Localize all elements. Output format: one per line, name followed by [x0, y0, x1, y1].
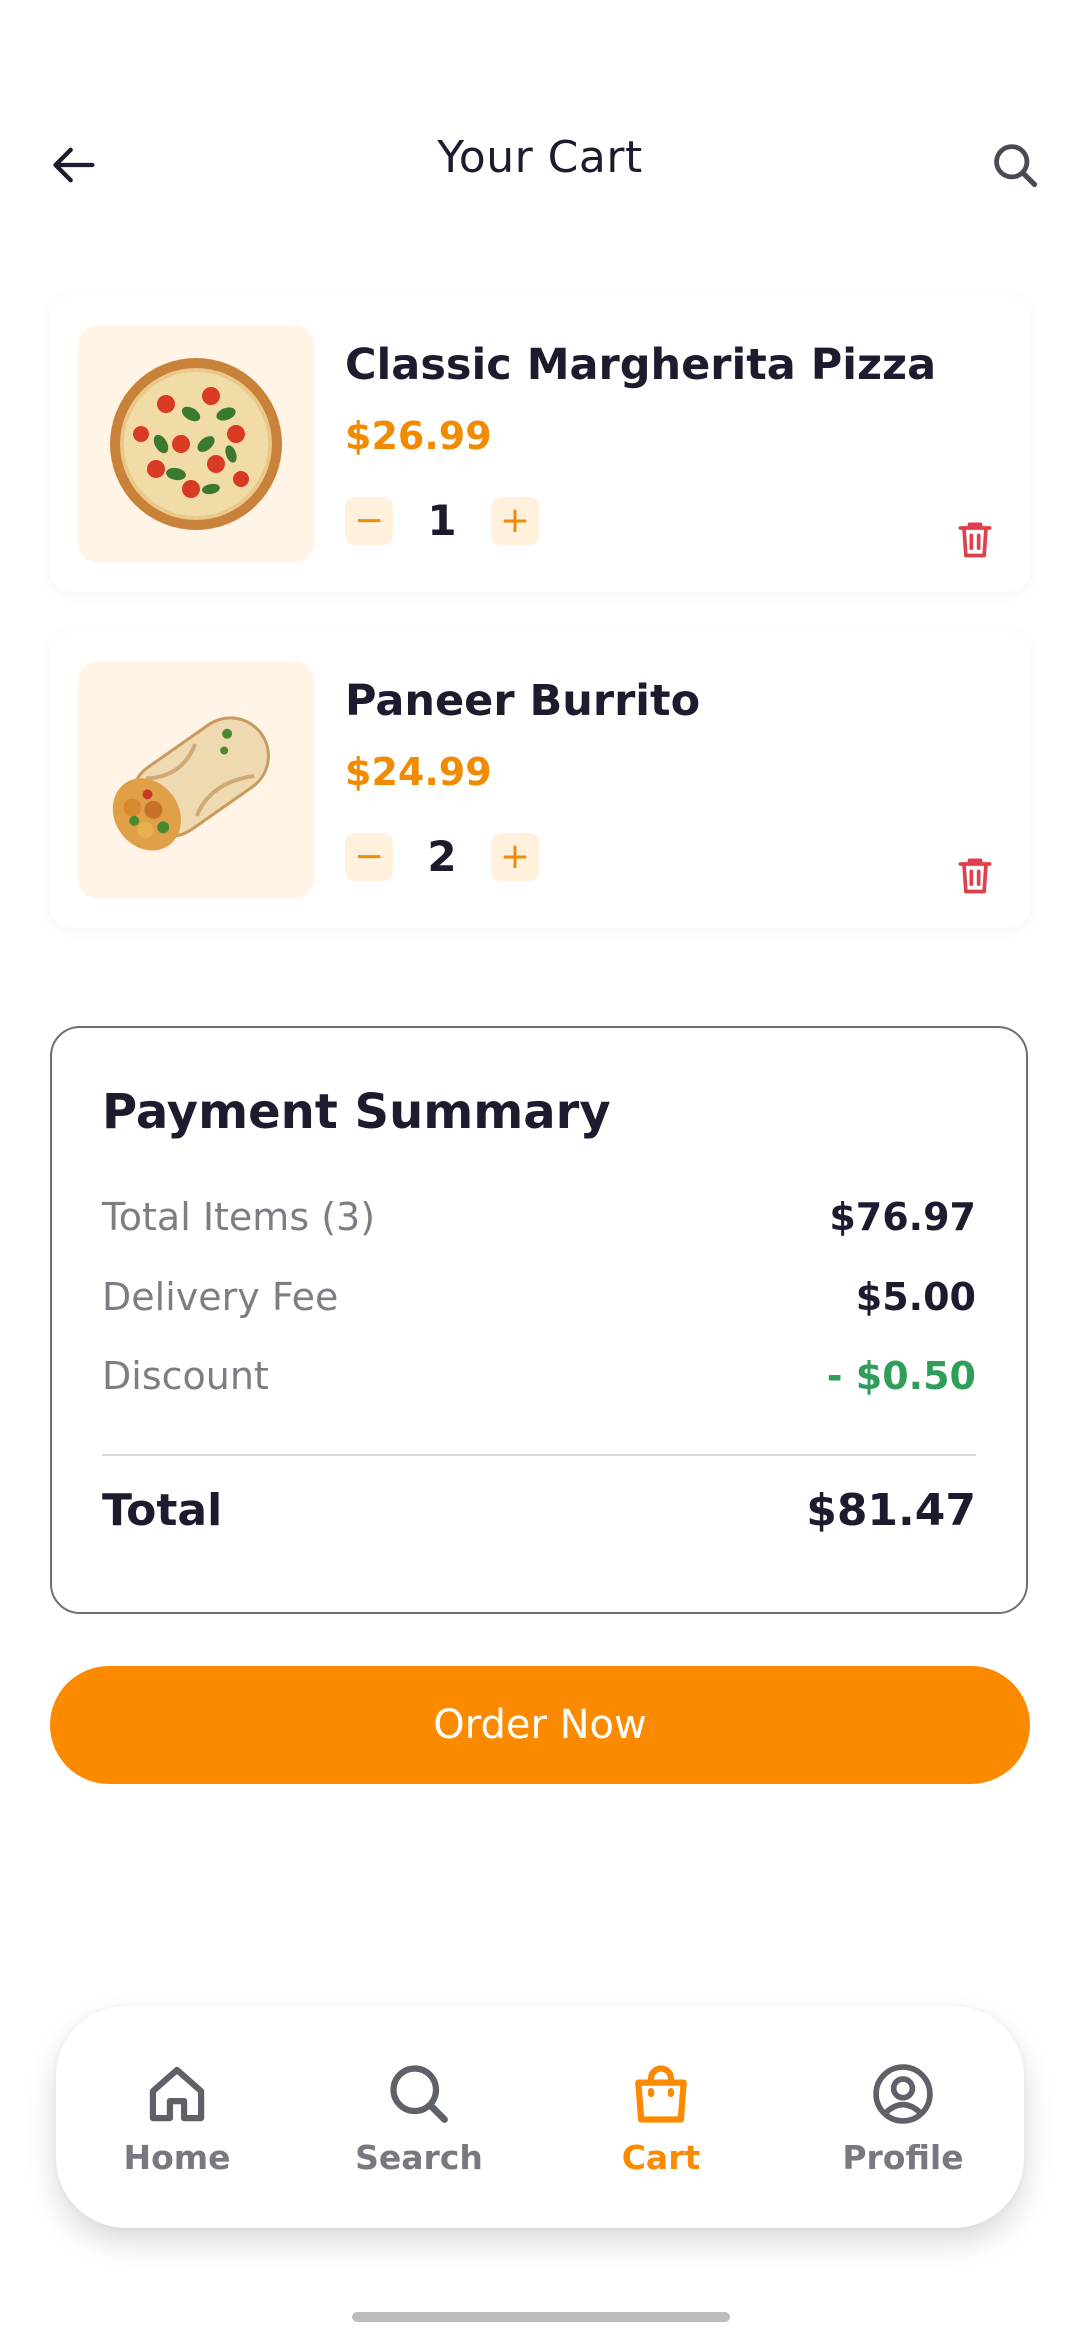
search-icon	[994, 144, 1038, 188]
trash-icon	[958, 522, 992, 558]
summary-row-discount: Discount - $0.50	[102, 1351, 976, 1401]
order-now-button[interactable]: Order Now	[50, 1666, 1030, 1784]
quantity-value: 1	[427, 496, 457, 545]
summary-row-value: $76.97	[829, 1195, 976, 1239]
summary-divider	[102, 1454, 976, 1456]
summary-row-value: $5.00	[855, 1275, 976, 1319]
item-thumbnail	[78, 662, 314, 898]
quantity-value: 2	[427, 832, 457, 881]
discount-value: - $0.50	[826, 1354, 976, 1398]
payment-summary-card: Payment Summary Total Items (3) $76.97 D…	[50, 1026, 1028, 1614]
nav-label: Cart	[621, 2137, 701, 2177]
home-indicator[interactable]	[352, 2312, 730, 2322]
increase-quantity-button[interactable]: +	[491, 496, 539, 545]
nav-label: Home	[123, 2137, 231, 2177]
pizza-image	[110, 358, 282, 530]
increase-quantity-button[interactable]: +	[491, 832, 539, 881]
item-name: Paneer Burrito	[345, 676, 701, 726]
summary-row-label: Delivery Fee	[102, 1275, 339, 1319]
nav-item-search[interactable]: Search	[298, 2006, 540, 2228]
profile-icon	[873, 2063, 933, 2124]
search-icon	[390, 2064, 448, 2123]
item-price: $26.99	[345, 414, 492, 458]
bottom-navigation: Home Search Cart Profile	[56, 2006, 1024, 2228]
minus-icon: −	[353, 836, 385, 877]
home-icon	[149, 2066, 205, 2121]
nav-item-home[interactable]: Home	[56, 2006, 298, 2228]
delete-item-button[interactable]	[950, 514, 1000, 564]
header: Your Cart	[0, 110, 1080, 220]
nav-item-cart[interactable]: Cart	[540, 2006, 782, 2228]
summary-row-delivery-fee: Delivery Fee $5.00	[102, 1272, 976, 1322]
plus-icon: +	[499, 836, 531, 877]
summary-total-row: Total $81.47	[102, 1480, 976, 1540]
cart-item: Paneer Burrito $24.99 − 2 +	[50, 632, 1030, 928]
decrease-quantity-button[interactable]: −	[345, 832, 393, 881]
nav-item-profile[interactable]: Profile	[782, 2006, 1024, 2228]
total-label: Total	[102, 1484, 223, 1536]
decrease-quantity-button[interactable]: −	[345, 496, 393, 545]
summary-row-label: Total Items (3)	[102, 1195, 376, 1239]
page-title: Your Cart	[437, 132, 643, 183]
plus-icon: +	[499, 500, 531, 541]
shopping-bag-icon	[635, 2064, 687, 2123]
total-value: $81.47	[806, 1484, 976, 1536]
quantity-stepper: − 1 +	[345, 496, 539, 545]
cart-list: Classic Margherita Pizza $26.99 − 1 + Pa…	[50, 296, 1030, 968]
search-button[interactable]	[980, 130, 1050, 200]
item-name: Classic Margherita Pizza	[345, 340, 937, 390]
cart-item: Classic Margherita Pizza $26.99 − 1 +	[50, 296, 1030, 592]
item-price: $24.99	[345, 750, 492, 794]
summary-row-total-items: Total Items (3) $76.97	[102, 1192, 976, 1242]
nav-label: Search	[355, 2137, 483, 2177]
summary-row-label: Discount	[102, 1354, 269, 1398]
quantity-stepper: − 2 +	[345, 832, 539, 881]
nav-label: Profile	[842, 2137, 964, 2177]
burrito-image	[112, 716, 270, 851]
item-thumbnail	[78, 326, 314, 562]
minus-icon: −	[353, 500, 385, 541]
summary-title: Payment Summary	[102, 1084, 611, 1140]
delete-item-button[interactable]	[950, 850, 1000, 900]
cart-screen: Your Cart Classic Margherita Pizza $26.9…	[0, 0, 1080, 2340]
trash-icon	[958, 858, 992, 894]
